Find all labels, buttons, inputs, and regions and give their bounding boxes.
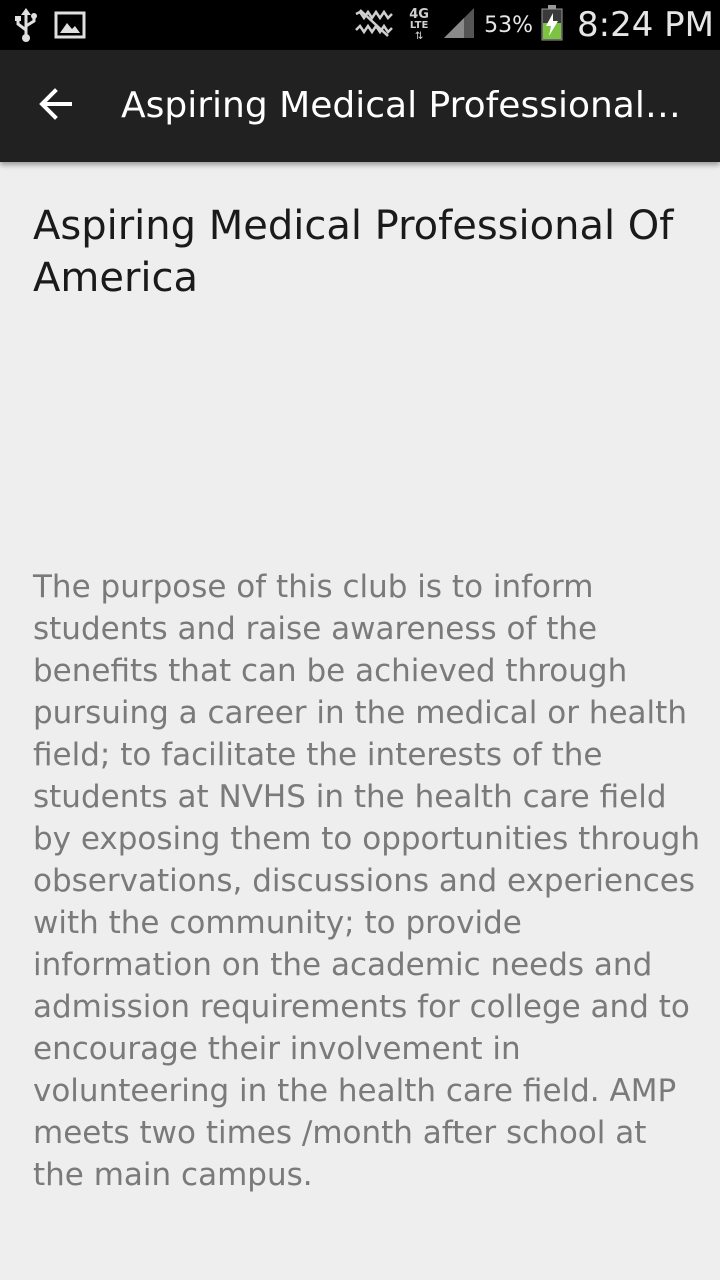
image-notification-icon <box>54 11 86 44</box>
signal-icon <box>442 6 476 45</box>
status-bar-system: 4G LTE ⇅ 53% 8:24 PM <box>352 0 714 50</box>
network-type-label: 4G <box>409 6 429 22</box>
status-bar-notifications <box>14 8 86 47</box>
club-description: The purpose of this club is to inform st… <box>33 569 700 1193</box>
no-sim-icon <box>352 8 396 43</box>
battery-percent: 53% <box>484 12 533 38</box>
club-detail: Aspiring Medical Professional Of America… <box>0 162 720 1280</box>
4g-lte-icon: 4G LTE ⇅ <box>409 6 429 42</box>
network-subtype-label: LTE <box>409 19 429 31</box>
club-name: Aspiring Medical Professional Of America <box>33 203 674 301</box>
battery-charging-icon <box>541 4 563 46</box>
clock: 8:24 PM <box>577 5 714 45</box>
status-bar: 4G LTE ⇅ 53% 8:24 PM <box>0 0 720 50</box>
app-bar: Aspiring Medical Professional Of America <box>0 50 720 162</box>
app-bar-title: Aspiring Medical Professional Of America <box>121 85 691 126</box>
arrow-back-icon <box>38 87 74 125</box>
back-button[interactable] <box>26 78 86 134</box>
usb-icon <box>14 8 38 47</box>
